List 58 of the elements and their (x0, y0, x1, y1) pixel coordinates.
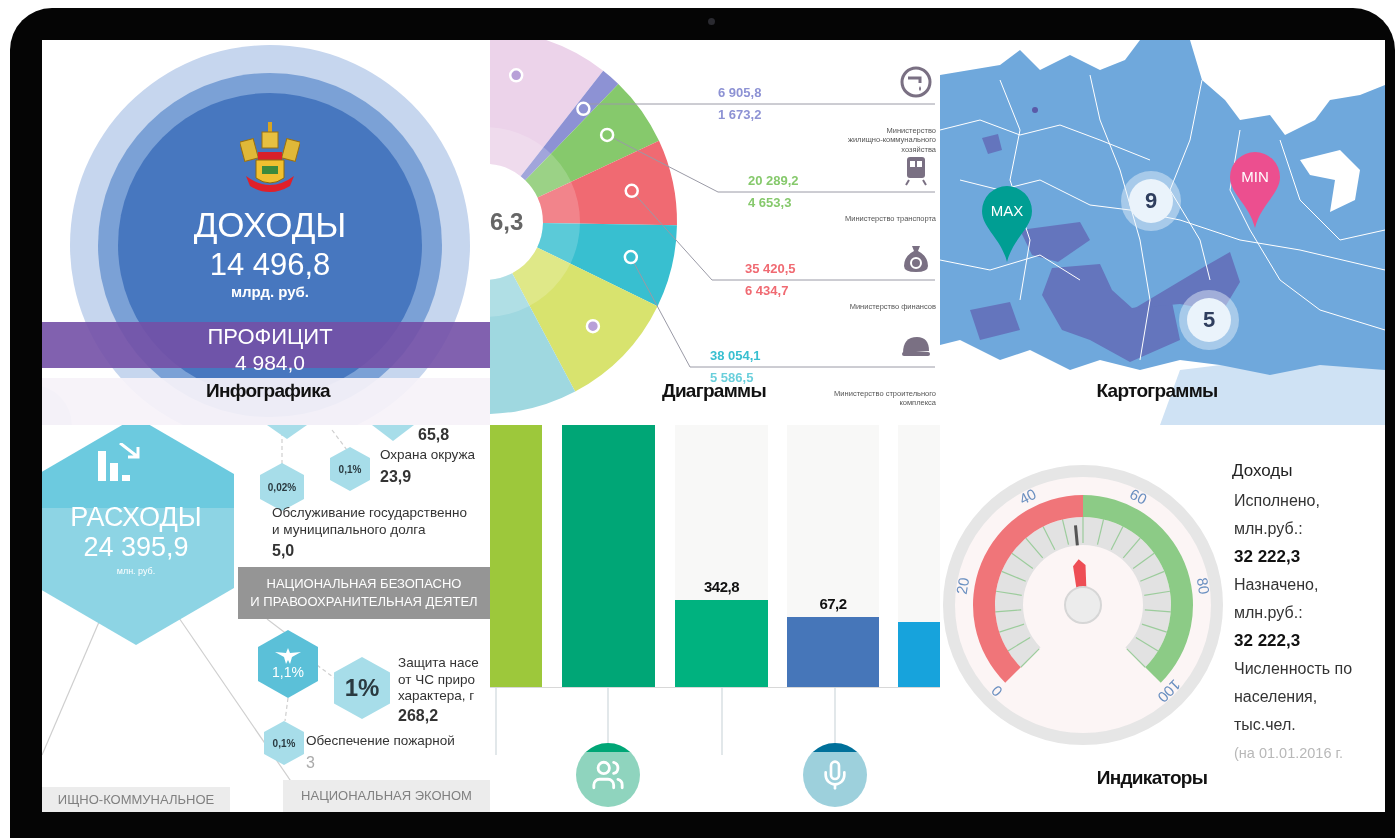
plan-amount: 20 289,2 (748, 173, 799, 188)
bar-value: 67,2 (818, 595, 848, 612)
surplus-value: 4 984,0 (234, 351, 306, 375)
plan-amount: 35 420,5 (745, 261, 796, 276)
category-banner: НАЦИОНАЛЬНАЯ ЭКОНОМ (283, 780, 490, 812)
percent-value: 0,02% (267, 481, 297, 493)
bar-chart-icon (98, 443, 140, 483)
section-caption: Картограммы (1096, 380, 1218, 402)
expense-label: Обеспечение пожарной (306, 733, 455, 750)
income-title: ДОХОДЫ (193, 206, 347, 245)
percent-value: 0,1% (338, 463, 362, 475)
segment-dot (508, 68, 524, 83)
percent-value: 1,1% (272, 664, 304, 680)
plan-amount: 38 054,1 (710, 348, 761, 363)
income-value: 14 496,8 (209, 248, 331, 283)
gauge-hub (1064, 586, 1102, 624)
expense-label: Обслуживание государственно и муниципального долга (272, 505, 467, 538)
expenses-value: 24 395,9 (83, 532, 189, 563)
category-banner: ИЩНО-КОММУНАЛЬНОЕ (42, 787, 230, 812)
bar-value: 342,8 (702, 578, 740, 595)
income-unit: млрд. руб. (231, 284, 309, 301)
expenses-title: РАСХОДЫ (70, 503, 202, 533)
percent-value: 0,1% (272, 737, 296, 749)
expense-amount: 5,0 (272, 541, 295, 560)
expense-amount: 3 (306, 753, 315, 772)
total-value: 6,3 (490, 208, 524, 236)
gauge-tick-label: 20 (952, 576, 973, 596)
faucet-icon (900, 66, 932, 98)
expense-amount: 65,8 (418, 425, 450, 444)
gauge-tick-label: 40 (1016, 484, 1039, 508)
gauge-tick-label: 60 (1127, 484, 1150, 508)
surplus-title: ПРОФИЦИТ (207, 325, 333, 350)
section-caption: Инфографика (206, 380, 330, 402)
indicator-value: 32 222,3 (1233, 630, 1302, 652)
segment-dot (585, 318, 601, 334)
camera-lens (708, 18, 715, 25)
gauge-tick-label: 80 (1193, 576, 1214, 596)
indicator-label: (на 01.01.2016 г. (1233, 744, 1345, 763)
indicator-label: Исполнено, млн.руб.: (1233, 491, 1321, 539)
gauge-tick-label: 100 (1154, 676, 1185, 707)
actual-amount: 6 434,7 (745, 283, 789, 298)
gauge-tick-label: 0 (987, 682, 1006, 701)
expense-label: Охрана окружа (380, 447, 476, 464)
actual-amount: 4 653,3 (748, 195, 792, 210)
indicator-title: Доходы (1232, 461, 1294, 481)
indicator-label: Назначено, млн.руб.: (1233, 575, 1320, 623)
section-caption: Индикаторы (1096, 767, 1208, 789)
expense-amount: 23,9 (380, 467, 412, 486)
expense-label: Защита насе от ЧС приро характера, г (398, 655, 479, 705)
percent-value: 1% (344, 674, 380, 702)
expenses-unit: млн. руб. (116, 566, 156, 577)
indicator-label: Численность по населения, тыс.чел. (1233, 659, 1354, 735)
indicator-value: 32 222,3 (1233, 546, 1302, 568)
actual-amount: 1 673,2 (718, 107, 762, 122)
eagle-icon (275, 648, 301, 664)
category-banner: НАЦИОНАЛЬНАЯ БЕЗОПАСНО И ПРАВООХРАНИТЕЛЬНАЯ ДЕЯТЕЛ (238, 567, 490, 619)
expense-amount: 268,2 (398, 706, 439, 725)
plan-amount: 6 905,8 (718, 85, 762, 100)
